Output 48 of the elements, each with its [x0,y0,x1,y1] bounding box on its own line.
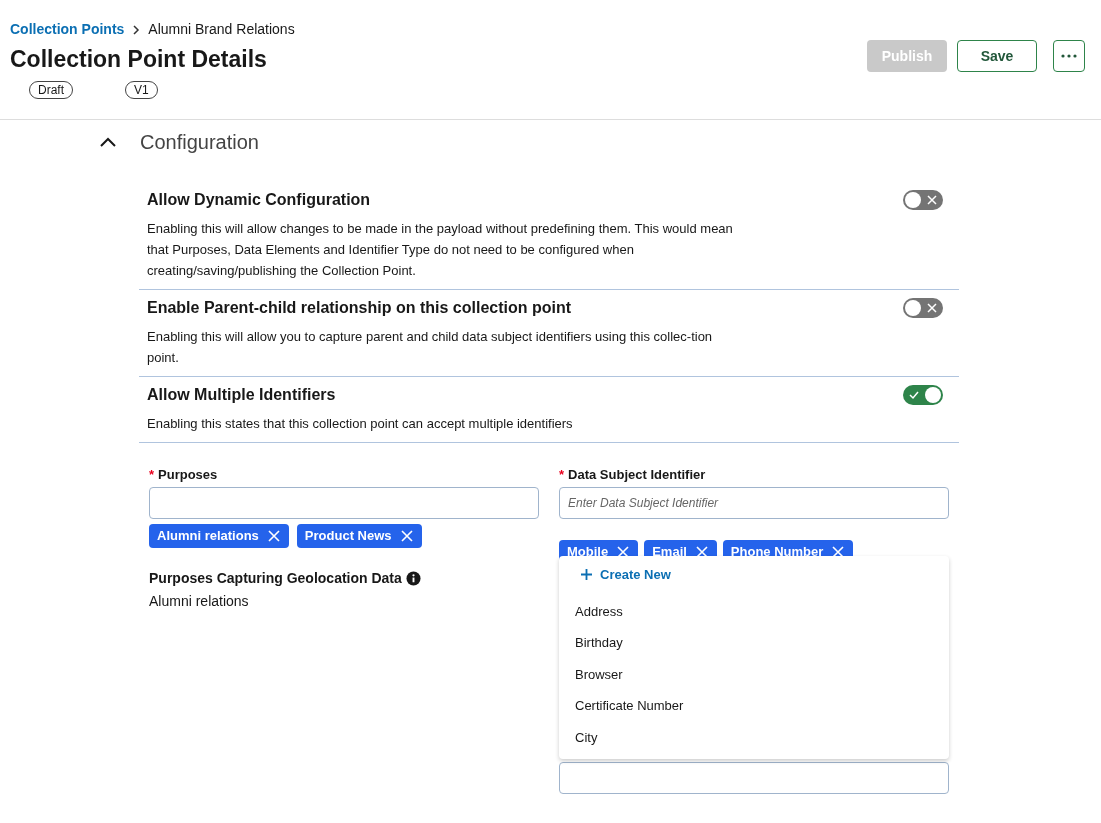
field-label: Data Subject Identifier [568,466,706,484]
dropdown-option[interactable]: Certificate Number [559,690,949,722]
remove-icon[interactable] [266,528,281,543]
remove-icon[interactable] [694,544,709,559]
input-field[interactable] [559,762,949,794]
remove-icon[interactable] [399,528,414,543]
dropdown-option[interactable]: Browser [559,658,949,690]
setting-description: Enabling this will allow you to capture parent and child data subject identifiers using this collec-tion point. [147,328,714,367]
tag-label: Phone Number [730,542,824,560]
required-asterisk: * [559,466,565,484]
chevron-right-icon [132,24,141,35]
more-icon [1061,54,1077,58]
tag-label: Product News [304,526,392,545]
tag-label: Alumni relations [157,526,259,545]
remove-icon[interactable] [616,544,631,559]
create-new-option[interactable]: Create New [559,563,949,586]
check-icon [908,389,920,401]
dropdown-option[interactable]: Birthday [559,627,949,659]
toggle-switch[interactable] [903,190,943,210]
tag-label: Mobile [567,542,609,560]
breadcrumb-link[interactable]: Collection Points [10,19,125,40]
setting-title: Enable Parent-child relationship on this collection point [147,298,573,318]
purposes-input-field[interactable] [149,486,539,519]
plus-icon [581,569,592,580]
geolocation-value: Alumni relations [149,591,250,611]
close-icon [926,194,938,206]
save-button[interactable]: Save [957,40,1037,72]
more-options-button[interactable] [1053,40,1085,72]
geolocation-label: Purposes Capturing Geolocation Data [149,568,402,588]
required-asterisk: * [149,466,155,484]
remove-icon[interactable] [831,544,846,559]
close-icon [926,302,938,314]
tag-label: Email [652,542,687,560]
toggle-switch[interactable] [903,298,943,318]
setting-title: Allow Multiple Identifiers [147,385,337,405]
chevron-up-icon[interactable] [100,137,116,147]
setting-description: Enabling this will allow changes to be made in the payload without predefining them. This would mean that Purposes, Data Elements and Identifier Type do not need to be configured when creating/saving/publishing the Collection Point. [147,220,734,280]
toggle-switch[interactable] [903,385,943,405]
identifier-input-field[interactable]: Enter Data Subject Identifier [559,486,949,519]
section-title: Configuration [140,130,259,155]
dropdown-option[interactable]: Address [559,595,949,627]
field-label: Purposes [158,466,218,484]
page-title: Collection Point Details [10,45,268,74]
dropdown-option[interactable]: City [559,721,949,753]
breadcrumb-current: Alumni Brand Relations [148,20,295,39]
info-icon[interactable] [405,570,421,586]
setting-description: Enabling this states that this collection point can accept multiple identifiers [147,415,574,433]
setting-title: Allow Dynamic Configuration [147,190,372,210]
